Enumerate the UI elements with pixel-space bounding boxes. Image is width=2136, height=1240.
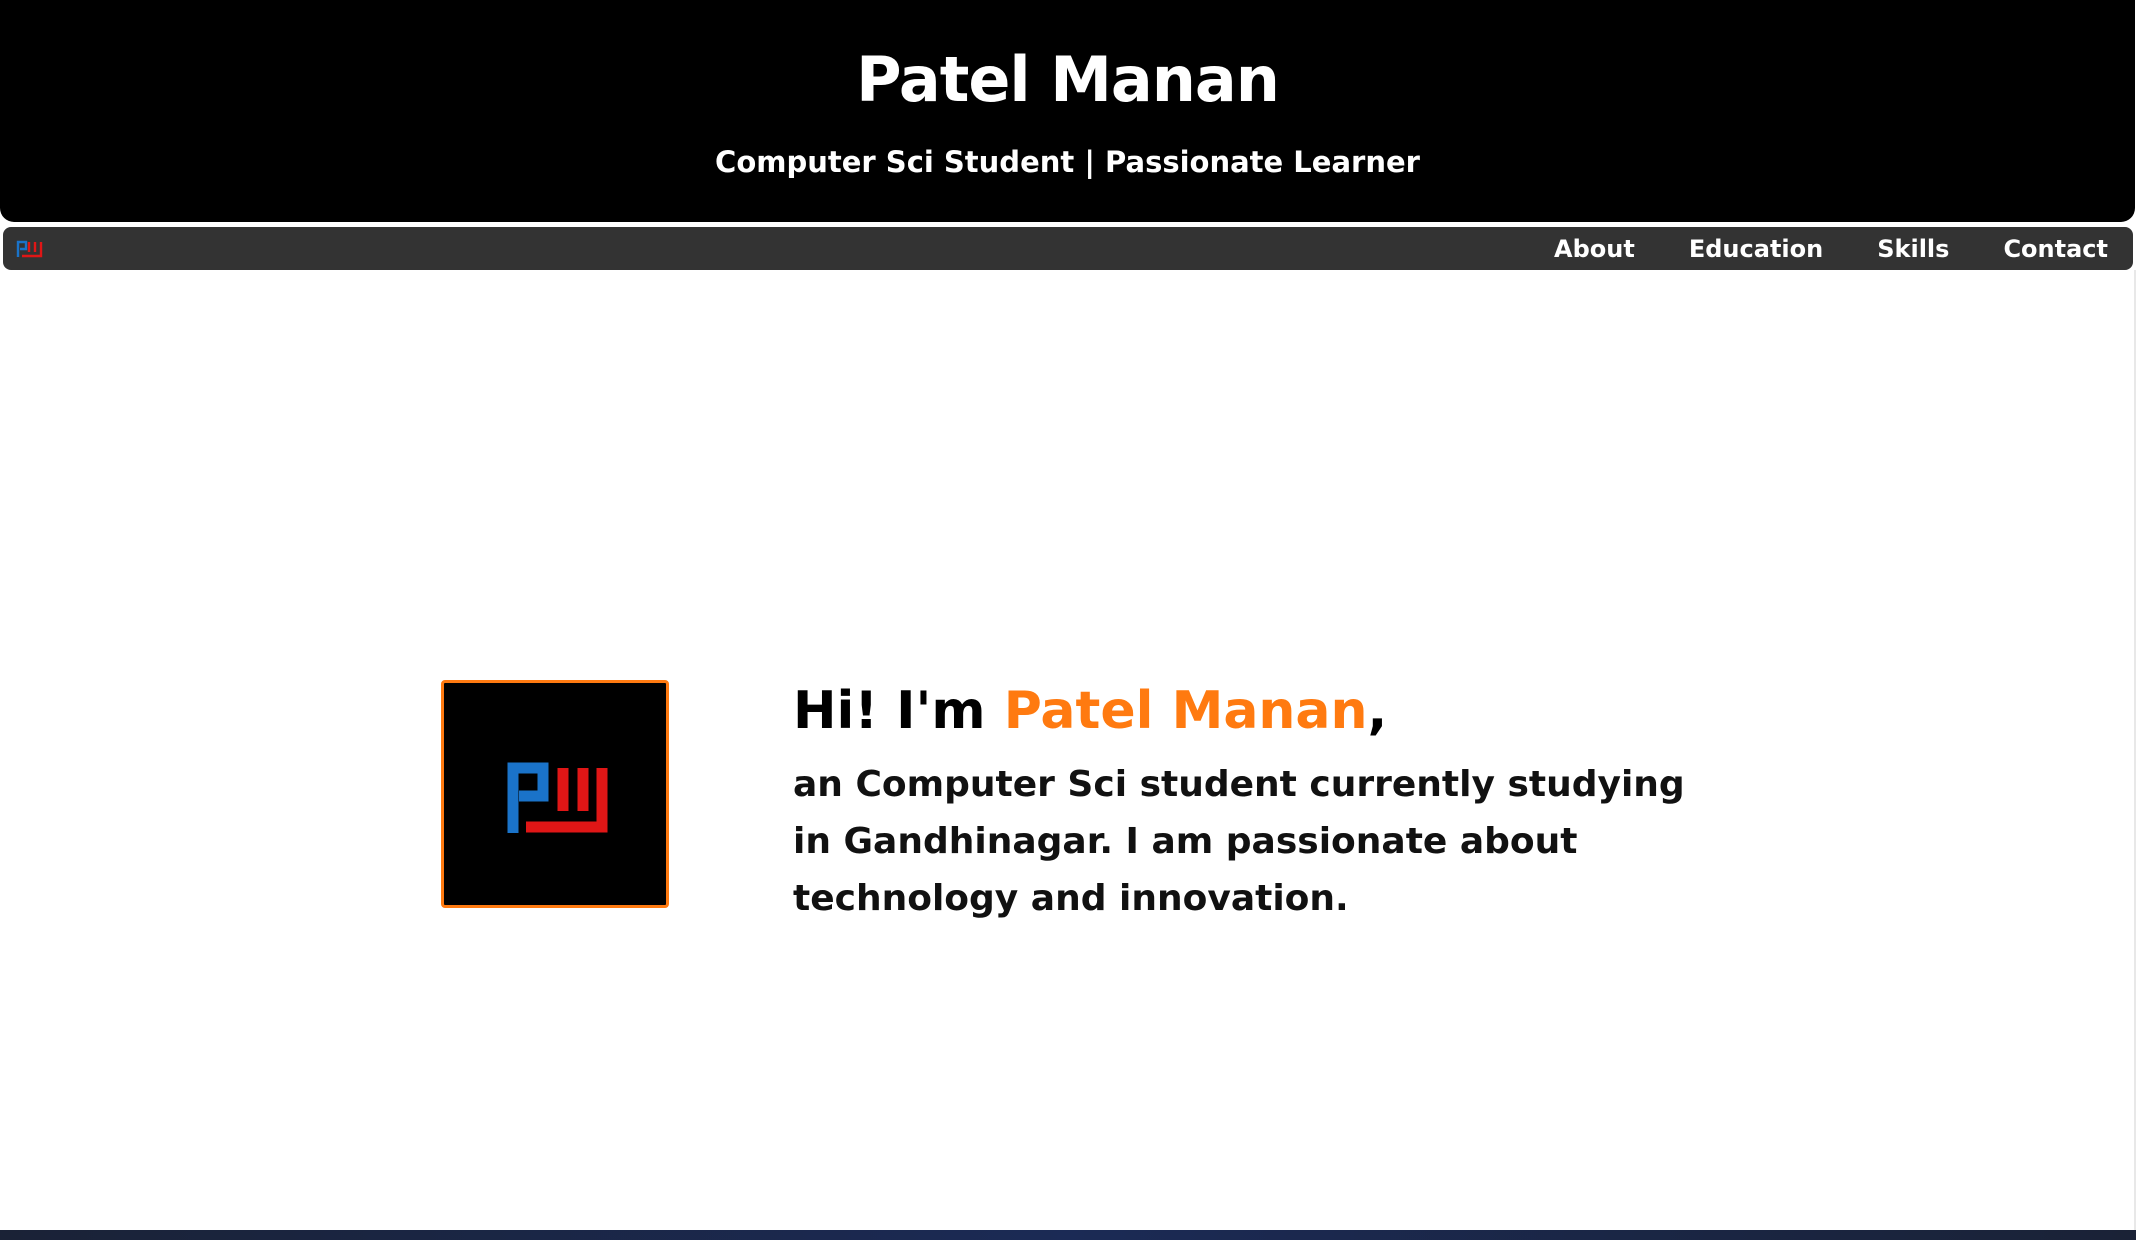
nav-item-education[interactable]: Education [1689,235,1823,263]
pm-logo-icon[interactable] [16,239,44,259]
hero-heading: Hi! I'm Patel Manan, [793,676,1387,746]
nav-item-skills[interactable]: Skills [1877,235,1949,263]
nav-item-about[interactable]: About [1554,235,1635,263]
pm-logo-icon [507,762,608,833]
hero-greeting: Hi! I'm [793,681,1004,741]
navbar: About Education Skills Contact [3,227,2133,270]
bottom-bar [0,1230,2136,1240]
site-subtitle: Computer Sci Student | Passionate Learne… [715,145,1420,179]
hero-comma: , [1367,681,1388,741]
site-title: Patel Manan [856,43,1280,116]
hero-logo [441,680,669,908]
nav-item-contact[interactable]: Contact [2003,235,2108,263]
nav-links: About Education Skills Contact [1554,227,2108,270]
site-header: Patel Manan Computer Sci Student | Passi… [0,0,2135,222]
hero-name: Patel Manan [1003,681,1368,741]
hero-description: an Computer Sci student currently studyi… [793,764,1685,919]
